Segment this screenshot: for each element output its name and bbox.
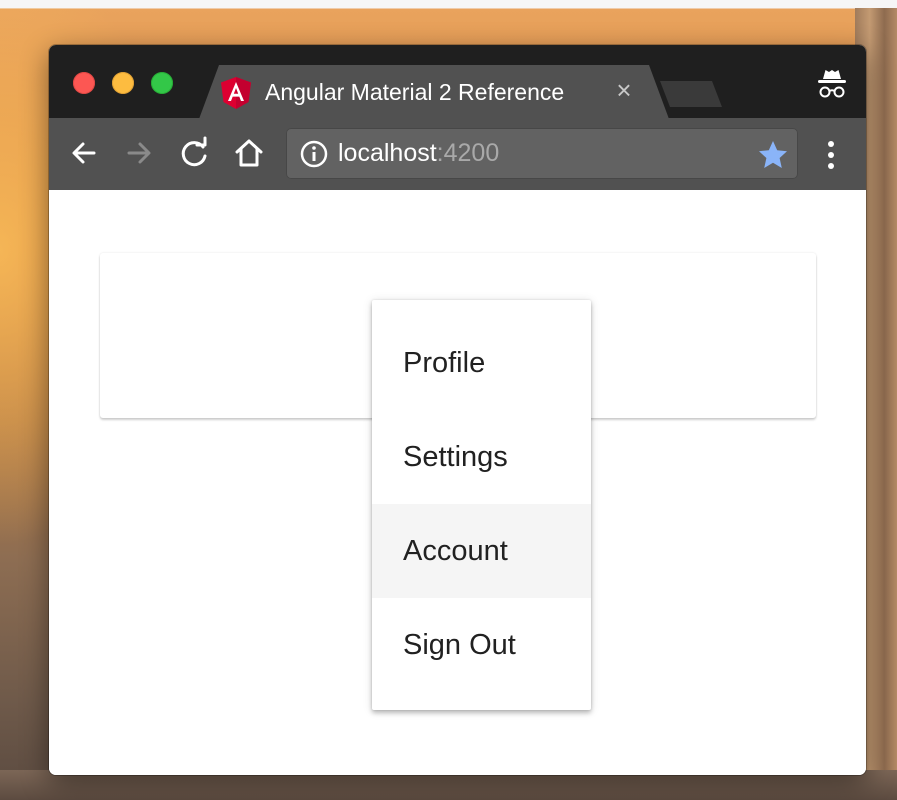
new-tab-button[interactable] bbox=[660, 81, 722, 107]
url-port: :4200 bbox=[436, 139, 500, 167]
info-icon[interactable] bbox=[299, 139, 329, 169]
angular-icon bbox=[221, 77, 251, 109]
url-host: localhost bbox=[338, 139, 437, 167]
dropdown-menu: Profile Settings Account Sign Out bbox=[372, 300, 591, 710]
url-text: localhost:4200 bbox=[338, 138, 499, 169]
home-icon[interactable] bbox=[231, 135, 267, 171]
tab-title: Angular Material 2 Reference bbox=[265, 79, 565, 105]
star-icon[interactable] bbox=[757, 139, 789, 171]
menu-list: Profile Settings Account Sign Out bbox=[372, 316, 591, 692]
tab-close-button[interactable]: × bbox=[611, 76, 637, 104]
incognito-icon bbox=[818, 70, 846, 98]
back-arrow-icon[interactable] bbox=[66, 135, 102, 171]
browser-window: Angular Material 2 Reference × localhost… bbox=[49, 45, 866, 775]
reload-icon[interactable] bbox=[176, 135, 212, 171]
menu-item-profile[interactable]: Profile bbox=[372, 316, 591, 410]
more-vert-icon[interactable] bbox=[819, 138, 843, 172]
menu-item-sign-out[interactable]: Sign Out bbox=[372, 598, 591, 692]
window-maximize-button[interactable] bbox=[151, 72, 173, 94]
window-close-button[interactable] bbox=[73, 72, 95, 94]
menu-item-account[interactable]: Account bbox=[372, 504, 591, 598]
window-minimize-button[interactable] bbox=[112, 72, 134, 94]
forward-arrow-icon[interactable] bbox=[121, 135, 157, 171]
menu-item-settings[interactable]: Settings bbox=[372, 410, 591, 504]
